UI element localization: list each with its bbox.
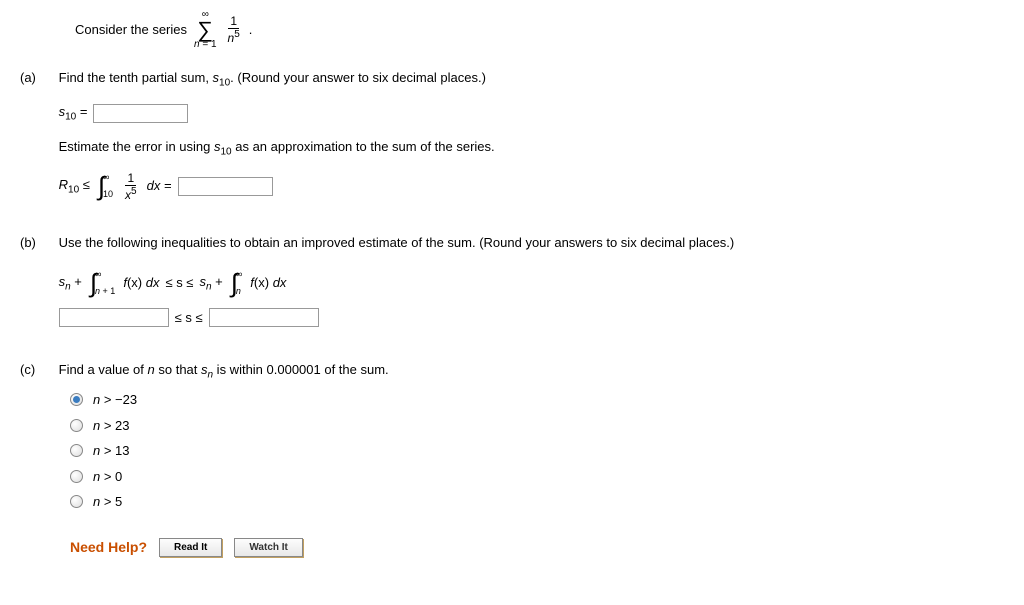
inequality-formula: sn + ∫ ∞ n + 1 f(x) dx ≤ s ≤ sn + ∫ ∞ n … <box>59 270 993 296</box>
s10-input[interactable] <box>93 104 188 123</box>
radio-option-4[interactable]: n > 5 <box>70 492 1004 512</box>
radio-label: n > −23 <box>93 390 137 410</box>
intro: Consider the series ∞ ∑ n = 1 1 n5 . <box>20 10 1004 58</box>
part-b-label: (b) <box>20 233 55 253</box>
radio-label: n > 0 <box>93 467 122 487</box>
intro-text: Consider the series <box>75 20 187 40</box>
part-c-label: (c) <box>20 360 55 380</box>
integral-1-icon: ∫ ∞ n + 1 <box>90 270 115 296</box>
radio-icon[interactable] <box>70 470 83 483</box>
need-help-label: Need Help? <box>70 537 147 558</box>
estimate-text: Estimate the error in using s10 as an ap… <box>59 137 993 160</box>
watch-it-button[interactable]: Watch It <box>234 538 303 557</box>
s10-label: s10 = <box>59 102 88 125</box>
part-b: (b) Use the following inequalities to ob… <box>20 233 1004 340</box>
r10-input[interactable] <box>178 177 273 196</box>
radio-label: n > 5 <box>93 492 122 512</box>
radio-icon[interactable] <box>70 393 83 406</box>
radio-icon[interactable] <box>70 444 83 457</box>
part-b-content: Use the following inequalities to obtain… <box>59 233 993 340</box>
radio-option-0[interactable]: n > −23 <box>70 390 1004 410</box>
radio-icon[interactable] <box>70 419 83 432</box>
radio-option-3[interactable]: n > 0 <box>70 467 1004 487</box>
integral-icon: ∫ ∞ 10 <box>98 173 113 199</box>
integrand-fraction: 1 x5 <box>123 172 139 201</box>
fraction: 1 n5 <box>226 15 242 44</box>
radio-option-1[interactable]: n > 23 <box>70 416 1004 436</box>
s10-input-row: s10 = <box>59 102 993 125</box>
part-a-label: (a) <box>20 68 55 88</box>
integral-2-icon: ∫ ∞ n <box>231 270 243 296</box>
radio-label: n > 13 <box>93 441 130 461</box>
radio-group: n > −23 n > 23 n > 13 n > 0 n > 5 <box>70 390 1004 512</box>
radio-label: n > 23 <box>93 416 130 436</box>
r10-row: R10 ≤ ∫ ∞ 10 1 x5 dx = <box>59 172 993 201</box>
sigma-notation: ∞ ∑ n = 1 <box>194 10 217 50</box>
upper-bound-input[interactable] <box>209 308 319 327</box>
part-a: (a) Find the tenth partial sum, s10. (Ro… <box>20 68 1004 213</box>
part-c: (c) Find a value of n so that sn is with… <box>20 360 1004 512</box>
bounds-input-row: ≤ s ≤ <box>59 308 993 328</box>
part-a-content: Find the tenth partial sum, s10. (Round … <box>59 68 993 213</box>
r10-label: R10 ≤ <box>59 175 90 198</box>
radio-icon[interactable] <box>70 495 83 508</box>
part-c-content: Find a value of n so that sn is within 0… <box>59 360 993 383</box>
radio-option-2[interactable]: n > 13 <box>70 441 1004 461</box>
help-section: Need Help? Read It Watch It <box>70 537 1004 558</box>
lower-bound-input[interactable] <box>59 308 169 327</box>
read-it-button[interactable]: Read It <box>159 538 222 557</box>
